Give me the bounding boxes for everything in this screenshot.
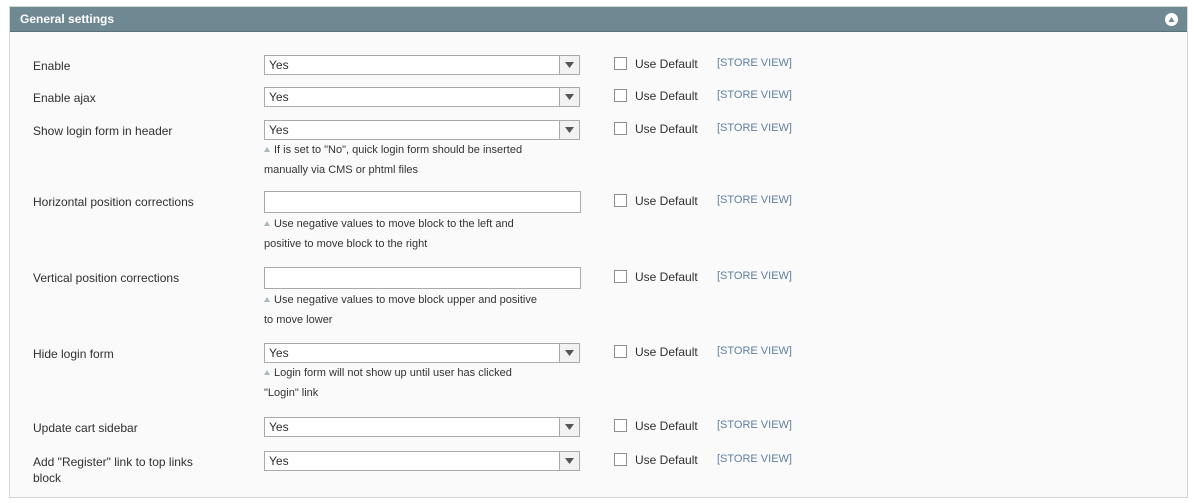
select-value: Yes bbox=[269, 123, 289, 137]
field-label: Update cart sidebar bbox=[33, 421, 138, 435]
label-line: Add "Register" link to top links bbox=[33, 455, 193, 469]
use-default-control: Use Default [STORE VIEW] bbox=[614, 57, 914, 73]
scope-label: [STORE VIEW] bbox=[717, 345, 792, 357]
note-arrow-icon bbox=[264, 297, 270, 302]
hide-login-form-select[interactable]: Yes bbox=[264, 343, 580, 363]
scope-label: [STORE VIEW] bbox=[717, 419, 792, 431]
note-line: positive to move block to the right bbox=[264, 238, 428, 250]
use-default-checkbox[interactable] bbox=[614, 270, 627, 283]
select-value: Yes bbox=[269, 346, 289, 360]
scope-label: [STORE VIEW] bbox=[717, 194, 792, 206]
dropdown-arrow-icon[interactable] bbox=[559, 121, 579, 139]
use-default-control: Use Default [STORE VIEW] bbox=[614, 453, 914, 469]
vertical-correction-input[interactable] bbox=[264, 267, 581, 289]
chevron-up-circle-icon[interactable] bbox=[1165, 13, 1178, 26]
field-label: Horizontal position corrections bbox=[33, 195, 194, 209]
select-value: Yes bbox=[269, 90, 289, 104]
select-value: Yes bbox=[269, 420, 289, 434]
note-arrow-icon bbox=[264, 221, 270, 226]
use-default-label: Use Default bbox=[635, 453, 698, 467]
use-default-checkbox[interactable] bbox=[614, 345, 627, 358]
use-default-checkbox[interactable] bbox=[614, 122, 627, 135]
field-label: Add "Register" link to top links block bbox=[33, 454, 233, 486]
label-line: block bbox=[33, 471, 62, 485]
enable-select[interactable]: Yes bbox=[264, 55, 580, 75]
use-default-control: Use Default [STORE VIEW] bbox=[614, 419, 914, 435]
note-line: to move lower bbox=[264, 314, 333, 326]
scope-label: [STORE VIEW] bbox=[717, 122, 792, 134]
add-register-link-select[interactable]: Yes bbox=[264, 451, 580, 471]
use-default-label: Use Default bbox=[635, 57, 698, 71]
use-default-control: Use Default [STORE VIEW] bbox=[614, 122, 914, 138]
scope-label: [STORE VIEW] bbox=[717, 270, 792, 282]
field-label: Show login form in header bbox=[33, 124, 173, 138]
dropdown-arrow-icon[interactable] bbox=[559, 344, 579, 362]
select-value: Yes bbox=[269, 454, 289, 468]
dropdown-arrow-icon[interactable] bbox=[559, 56, 579, 74]
update-cart-sidebar-select[interactable]: Yes bbox=[264, 417, 580, 437]
field-label: Hide login form bbox=[33, 347, 114, 361]
use-default-label: Use Default bbox=[635, 345, 698, 359]
enable-ajax-select[interactable]: Yes bbox=[264, 87, 580, 107]
field-label: Enable bbox=[33, 59, 71, 73]
use-default-label: Use Default bbox=[635, 194, 698, 208]
note-line: "Login" link bbox=[264, 387, 319, 399]
note-arrow-icon bbox=[264, 370, 270, 375]
use-default-control: Use Default [STORE VIEW] bbox=[614, 194, 914, 210]
use-default-checkbox[interactable] bbox=[614, 57, 627, 70]
use-default-checkbox[interactable] bbox=[614, 194, 627, 207]
field-note: Use negative values to move block to the… bbox=[264, 214, 584, 254]
use-default-checkbox[interactable] bbox=[614, 419, 627, 432]
use-default-control: Use Default [STORE VIEW] bbox=[614, 89, 914, 105]
use-default-checkbox[interactable] bbox=[614, 89, 627, 102]
field-note: If is set to "No", quick login form shou… bbox=[264, 140, 584, 180]
show-login-form-select[interactable]: Yes bbox=[264, 120, 580, 140]
use-default-label: Use Default bbox=[635, 122, 698, 136]
dropdown-arrow-icon[interactable] bbox=[559, 452, 579, 470]
scope-label: [STORE VIEW] bbox=[717, 57, 792, 69]
select-value: Yes bbox=[269, 58, 289, 72]
field-note: Use negative values to move block upper … bbox=[264, 290, 584, 330]
dropdown-arrow-icon[interactable] bbox=[559, 418, 579, 436]
use-default-checkbox[interactable] bbox=[614, 453, 627, 466]
section-title: General settings bbox=[20, 12, 115, 26]
note-line: If is set to "No", quick login form shou… bbox=[274, 144, 523, 156]
note-line: Login form will not show up until user h… bbox=[274, 367, 512, 379]
field-label: Enable ajax bbox=[33, 91, 96, 105]
horizontal-correction-input[interactable] bbox=[264, 191, 581, 213]
note-arrow-icon bbox=[264, 147, 270, 152]
field-label: Vertical position corrections bbox=[33, 271, 180, 285]
use-default-control: Use Default [STORE VIEW] bbox=[614, 270, 914, 286]
note-line: Use negative values to move block to the… bbox=[274, 218, 514, 230]
field-note: Login form will not show up until user h… bbox=[264, 363, 584, 403]
general-settings-section: General settings Enable Yes Use Default … bbox=[9, 6, 1188, 498]
use-default-label: Use Default bbox=[635, 270, 698, 284]
use-default-label: Use Default bbox=[635, 419, 698, 433]
note-line: manually via CMS or phtml files bbox=[264, 164, 419, 176]
use-default-label: Use Default bbox=[635, 89, 698, 103]
note-line: Use negative values to move block upper … bbox=[274, 294, 537, 306]
use-default-control: Use Default [STORE VIEW] bbox=[614, 345, 914, 361]
scope-label: [STORE VIEW] bbox=[717, 453, 792, 465]
scope-label: [STORE VIEW] bbox=[717, 89, 792, 101]
dropdown-arrow-icon[interactable] bbox=[559, 88, 579, 106]
section-header[interactable]: General settings bbox=[10, 7, 1187, 32]
